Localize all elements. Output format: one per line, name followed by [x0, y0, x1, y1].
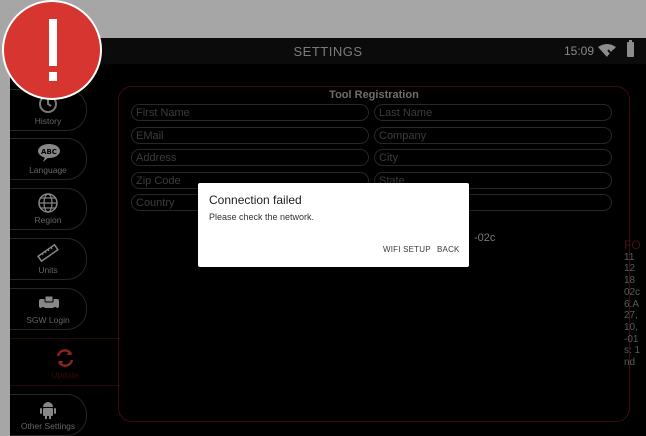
alert-icon: [2, 0, 102, 100]
alert-exclamation-bar: [49, 19, 57, 66]
dialog-title: Connection failed: [209, 193, 302, 207]
back-button[interactable]: BACK: [437, 245, 460, 254]
wifi-setup-button[interactable]: WIFI SETUP: [383, 245, 431, 254]
registration-partial-value: -02c: [474, 232, 496, 244]
alert-exclamation-dot: [49, 72, 57, 81]
dialog-message: Please check the network.: [209, 212, 315, 222]
connection-failed-dialog: Connection failed Please check the netwo…: [198, 183, 469, 267]
